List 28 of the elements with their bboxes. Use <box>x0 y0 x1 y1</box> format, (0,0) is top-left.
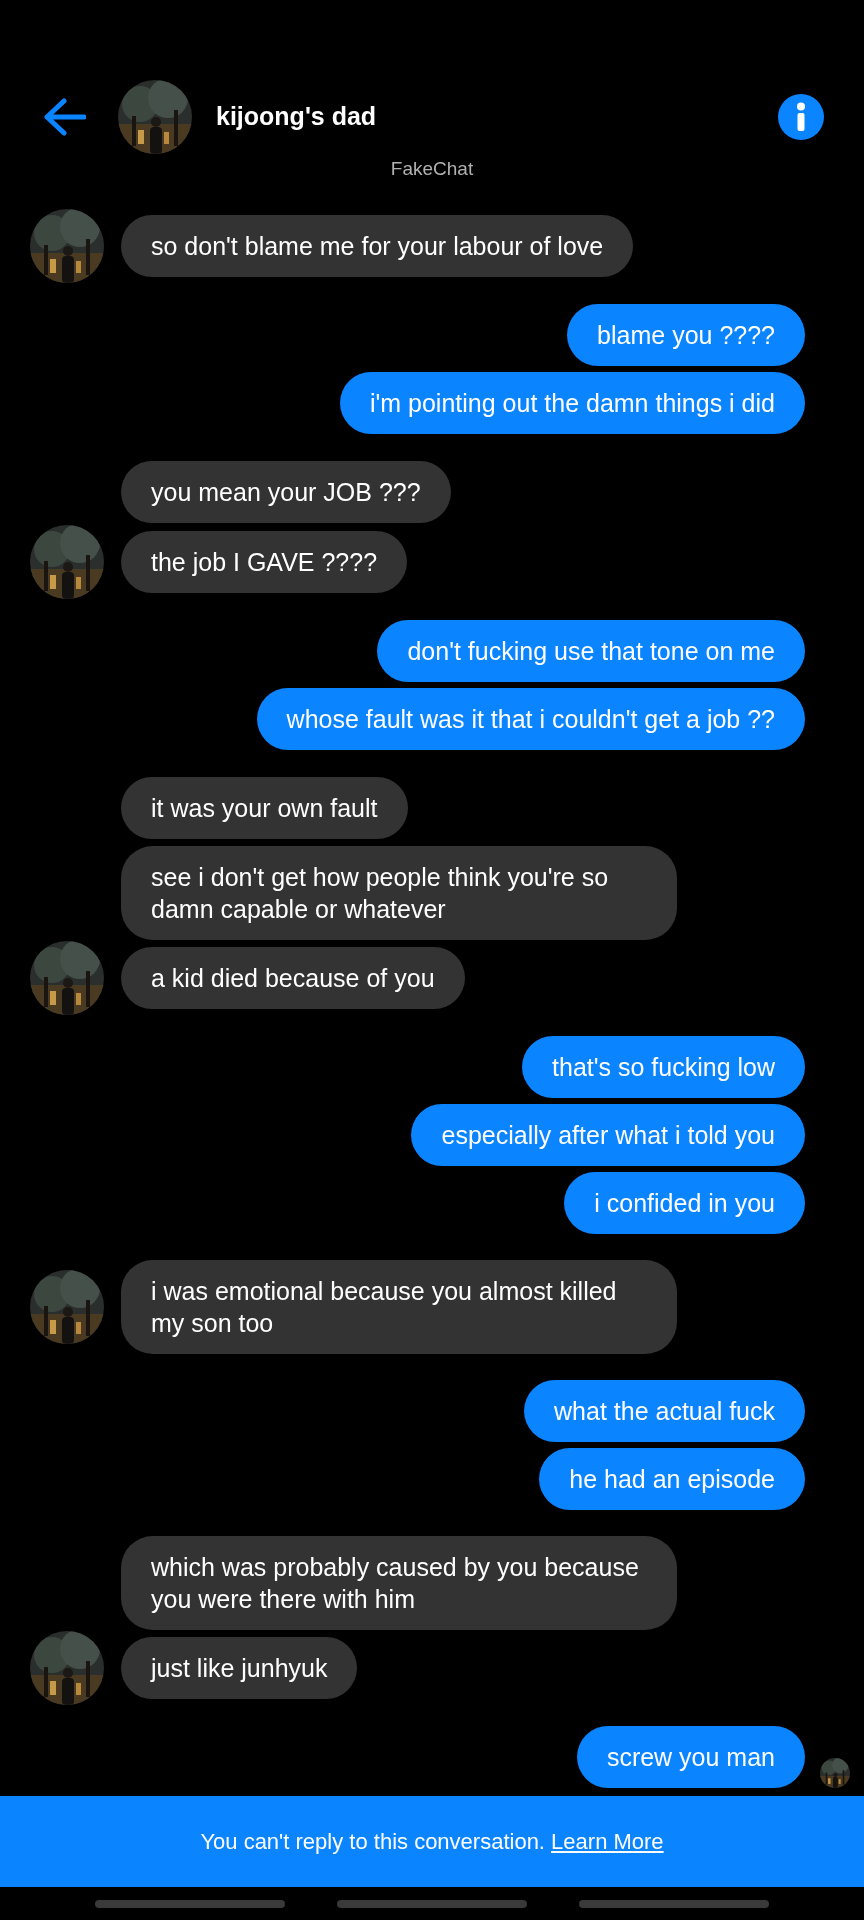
received-message: i was emotional because you almost killed my son too <box>121 1260 677 1354</box>
back-arrow-icon[interactable] <box>42 97 86 137</box>
received-message: it was your own fault <box>121 777 408 839</box>
received-message: you mean your JOB ??? <box>121 461 451 523</box>
contact-name: kijoong's dad <box>216 101 377 133</box>
nav-button[interactable] <box>337 1899 527 1908</box>
received-message: a kid died because of you <box>121 947 465 1009</box>
received-message: see i don't get how people think you're so damn capable or whatever <box>121 846 677 940</box>
nav-button[interactable] <box>579 1899 769 1908</box>
sent-message: whose fault was it that i couldn't get a job ?? <box>256 688 805 750</box>
sent-message: what the actual fuck <box>524 1380 805 1442</box>
app-subtitle: FakeChat <box>390 158 474 179</box>
received-message: so don't blame me for your labour of love <box>121 215 634 277</box>
nav-button[interactable] <box>95 1899 285 1908</box>
learn-more-link[interactable]: Learn More <box>551 1829 664 1854</box>
received-message: the job I GAVE ???? <box>121 531 408 593</box>
sent-message: screw you man <box>576 1726 805 1788</box>
received-message: which was probably caused by you because you were there with him <box>121 1536 677 1630</box>
sent-message: that's so fucking low <box>522 1036 805 1098</box>
received-message: just like junhyuk <box>121 1637 358 1699</box>
sent-message: he had an episode <box>539 1448 805 1510</box>
sent-message: i confided in you <box>564 1172 805 1234</box>
sent-message: don't fucking use that tone on me <box>377 620 805 682</box>
sent-message: i'm pointing out the damn things i did <box>339 372 805 434</box>
sent-message: especially after what i told you <box>411 1104 805 1166</box>
info-icon[interactable] <box>778 94 824 140</box>
notice-text: You can't reply to this conversation. Learn More <box>200 1828 664 1856</box>
sent-message: blame you ???? <box>567 304 805 366</box>
